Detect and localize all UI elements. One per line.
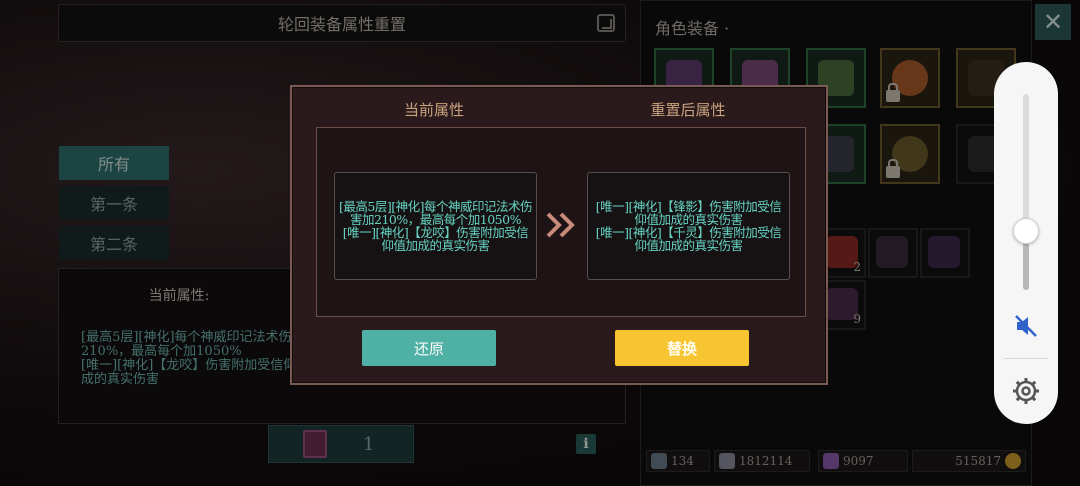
volume-panel: [994, 62, 1058, 424]
reset-attributes-text: [唯一][神化]【锋影】伤害附加受信仰值加成的真实伤害 [唯一][神化]【千灵】…: [595, 199, 782, 253]
reset-attributes-heading: 重置后属性: [650, 101, 726, 119]
attribute-compare-area: [最高5层][神化]每个神威印记法术伤害加210%，最高每个加1050% [唯一…: [316, 127, 806, 317]
current-attributes-card: [最高5层][神化]每个神威印记法术伤害加210%，最高每个加1050% [唯一…: [334, 172, 537, 280]
current-attributes-heading: 当前属性: [403, 101, 464, 119]
replace-button[interactable]: 替换: [615, 330, 749, 366]
restore-button[interactable]: 还原: [362, 330, 496, 366]
double-chevron-right-icon: [546, 212, 575, 238]
reset-attributes-card: [唯一][神化]【锋影】伤害附加受信仰值加成的真实伤害 [唯一][神化]【千灵】…: [587, 172, 790, 280]
gear-icon[interactable]: [1011, 376, 1041, 406]
attribute-reset-dialog: 当前属性 重置后属性 [最高5层][神化]每个神威印记法术伤害加210%，最高每…: [290, 85, 828, 385]
current-attributes-text: [最高5层][神化]每个神威印记法术伤害加210%，最高每个加1050% [唯一…: [339, 199, 532, 253]
speaker-muted-icon[interactable]: [1012, 312, 1040, 340]
volume-knob[interactable]: [1013, 218, 1039, 245]
volume-slider[interactable]: [1013, 94, 1039, 290]
volume-divider: [1004, 358, 1048, 359]
